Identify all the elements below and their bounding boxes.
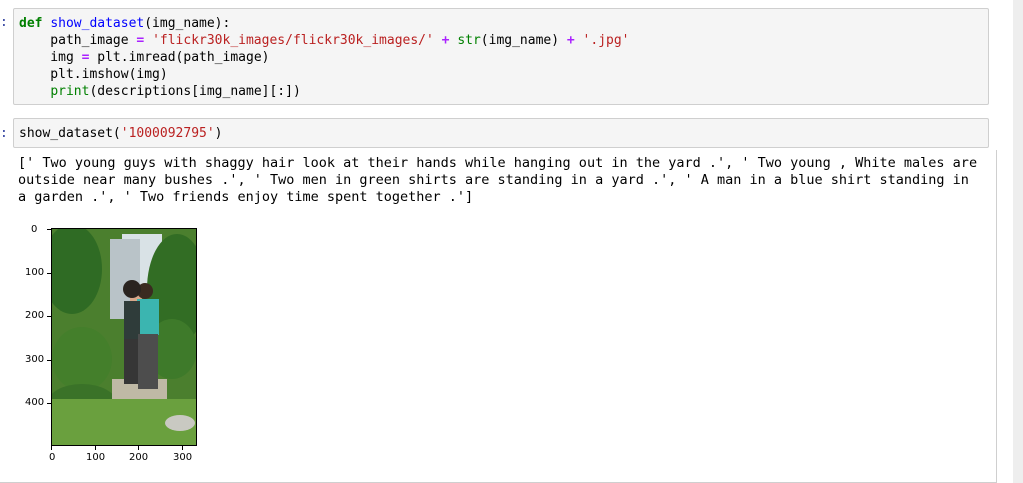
- code-print-args: (descriptions[img_name][:]): [89, 84, 301, 99]
- code-call: (img_name): [480, 33, 567, 48]
- call-function-name: show_dataset: [19, 126, 113, 141]
- x-tick-label: 100: [86, 452, 106, 463]
- code-line-img-var: img: [19, 50, 82, 65]
- code-cell-call-function[interactable]: show_dataset('1000092795'): [13, 118, 989, 148]
- y-tick-label: 300: [25, 354, 45, 365]
- input-prompt: :: [0, 15, 8, 30]
- x-tick-mark: [51, 446, 52, 450]
- code-line-imshow: plt.imshow(img): [19, 67, 168, 82]
- x-tick-label: 0: [49, 452, 56, 463]
- scrollbar-track[interactable]: [1013, 0, 1023, 483]
- builtin-print: print: [50, 84, 90, 99]
- operator-eq: =: [136, 33, 145, 48]
- signature: (img_name):: [144, 16, 231, 31]
- code-editor[interactable]: def show_dataset(img_name): path_image =…: [14, 9, 988, 105]
- x-tick-mark: [138, 446, 139, 450]
- y-tick-label: 400: [25, 397, 45, 408]
- code-imread: plt.imread(path_image): [89, 50, 270, 65]
- paren-close: ): [214, 126, 223, 141]
- x-tick-label: 300: [173, 452, 193, 463]
- string-arg: '1000092795': [120, 126, 215, 141]
- builtin-str: str: [457, 33, 481, 48]
- keyword-def: def: [19, 16, 43, 31]
- x-tick-mark: [182, 446, 183, 450]
- image-plot: 0 100 200 300 400 0 100 200 300: [14, 224, 214, 469]
- x-tick-mark: [95, 446, 96, 450]
- y-tick-label: 200: [25, 310, 45, 321]
- code-line-path-var: path_image: [19, 33, 137, 48]
- operator-plus: +: [566, 33, 575, 48]
- x-tick-label: 200: [129, 452, 149, 463]
- y-tick-label: 100: [25, 267, 45, 278]
- paren-open: (: [112, 126, 121, 141]
- string-path: 'flickr30k_images/flickr30k_images/': [152, 33, 434, 48]
- code-editor[interactable]: show_dataset('1000092795'): [14, 119, 988, 147]
- y-tick-label: 0: [31, 224, 38, 235]
- function-name: show_dataset: [50, 16, 145, 31]
- output-text: [' Two young guys with shaggy hair look …: [18, 155, 986, 205]
- photo-icon: [51, 228, 197, 446]
- code-cell-define-function[interactable]: def show_dataset(img_name): path_image =…: [13, 8, 989, 105]
- input-prompt: :: [0, 126, 8, 141]
- operator-plus: +: [441, 33, 450, 48]
- string-ext: '.jpg': [582, 33, 630, 48]
